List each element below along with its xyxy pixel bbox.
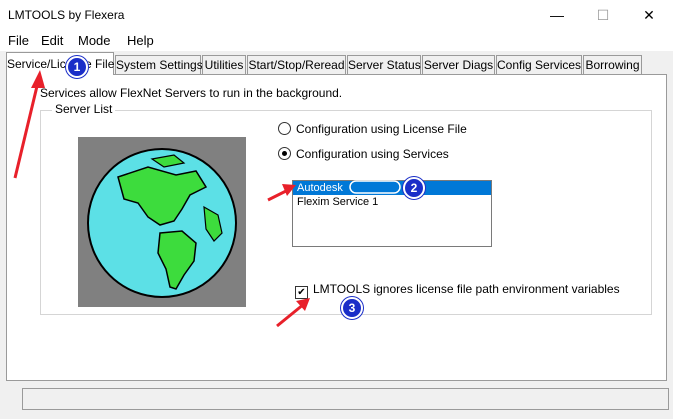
annotation-arrowhead-2	[282, 184, 296, 196]
annotation-badge-2: 2	[403, 177, 425, 199]
annotation-arrow-3	[276, 302, 305, 328]
annotation-badge-1: 1	[66, 56, 88, 78]
annotation-arrowhead-1	[31, 70, 45, 88]
highlight-oval	[349, 180, 401, 194]
annotation-overlay	[13, 70, 401, 328]
annotation-arrow-1	[13, 81, 40, 179]
annotation-badge-3: 3	[341, 297, 363, 319]
